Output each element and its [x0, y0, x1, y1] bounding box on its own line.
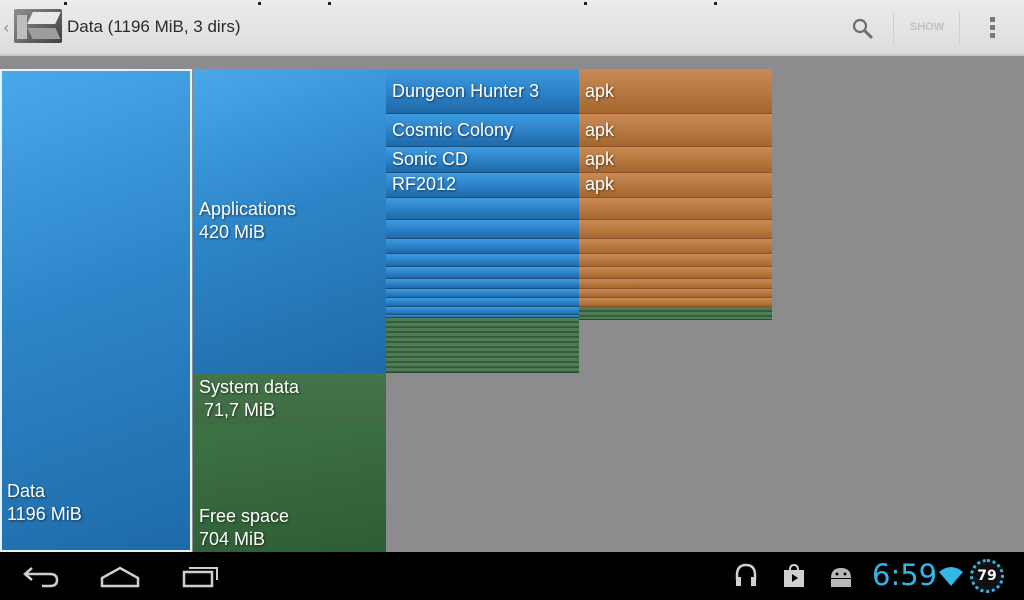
divider: [893, 12, 894, 44]
app-data-block[interactable]: [386, 318, 579, 373]
app-block[interactable]: [386, 298, 579, 307]
app-block[interactable]: [386, 307, 579, 315]
free-space-block[interactable]: Free space 704 MiB: [193, 425, 386, 552]
free-space-label: Free space 704 MiB: [199, 506, 290, 549]
apk-block[interactable]: [579, 289, 772, 298]
app-block[interactable]: [386, 198, 579, 220]
status-dot: [328, 2, 331, 5]
app-name-label: RF2012: [392, 174, 457, 194]
clock: 6:59: [872, 558, 938, 592]
play-store-icon[interactable]: [782, 562, 806, 590]
status-dot: [258, 2, 261, 5]
app-block-sonic-cd[interactable]: Sonic CD: [386, 147, 579, 173]
apk-block-sonic-cd[interactable]: apk: [579, 147, 772, 173]
data-root-block[interactable]: Data 1196 MiB: [0, 69, 192, 552]
apk-block[interactable]: [579, 254, 772, 267]
search-icon[interactable]: [850, 16, 874, 40]
system-data-block[interactable]: System data 71,7 MiB: [193, 373, 386, 425]
apk-block[interactable]: [579, 279, 772, 289]
applications-block[interactable]: Applications 420 MiB: [193, 69, 386, 373]
app-block[interactable]: [386, 254, 579, 267]
apk-block[interactable]: [579, 239, 772, 254]
app-block-dungeon-hunter[interactable]: Dungeon Hunter 3: [386, 69, 579, 114]
action-bar: ‹ Data (1196 MiB, 3 dirs) SHOW: [0, 0, 1024, 56]
status-dot: [714, 2, 717, 5]
apk-block-cosmic-colony[interactable]: apk: [579, 114, 772, 147]
apk-block[interactable]: [579, 298, 772, 307]
system-data-label: System data 71,7 MiB: [199, 377, 300, 420]
data-root-label: Data 1196 MiB: [7, 481, 82, 524]
overflow-menu-icon[interactable]: [984, 16, 1000, 42]
android-icon[interactable]: [828, 562, 854, 590]
system-bar: 6:59 79: [0, 552, 1024, 600]
wifi-icon: [939, 567, 963, 586]
recent-apps-icon[interactable]: [182, 562, 220, 590]
app-icon[interactable]: [14, 9, 62, 43]
apk-block-rf2012[interactable]: apk: [579, 173, 772, 198]
applications-label: Applications 420 MiB: [199, 199, 297, 242]
apk-block[interactable]: [579, 220, 772, 239]
headphones-icon[interactable]: [734, 562, 758, 590]
up-chevron-icon[interactable]: ‹: [3, 18, 9, 37]
app-name-label: Dungeon Hunter 3: [392, 81, 540, 101]
apk-data-block[interactable]: [579, 307, 772, 320]
status-dot: [584, 2, 587, 5]
disk-usage-map[interactable]: Data 1196 MiB Applications 420 MiB Syste…: [0, 56, 1024, 552]
divider: [959, 12, 960, 44]
app-block[interactable]: [386, 239, 579, 254]
home-icon[interactable]: [100, 562, 140, 590]
app-block[interactable]: [386, 220, 579, 239]
app-block-rf2012[interactable]: RF2012: [386, 173, 579, 198]
apk-label: apk: [585, 149, 615, 169]
apk-label: apk: [585, 81, 615, 101]
apk-block-dungeon-hunter[interactable]: apk: [579, 69, 772, 114]
battery-icon: 79: [970, 559, 1004, 593]
apk-label: apk: [585, 120, 615, 140]
app-block[interactable]: [386, 279, 579, 289]
app-name-label: Sonic CD: [392, 149, 469, 169]
show-button[interactable]: SHOW: [900, 21, 954, 33]
status-dot: [64, 2, 67, 5]
app-block-cosmic-colony[interactable]: Cosmic Colony: [386, 114, 579, 147]
app-block[interactable]: [386, 289, 579, 298]
apk-block[interactable]: [579, 198, 772, 220]
app-block[interactable]: [386, 267, 579, 279]
app-name-label: Cosmic Colony: [392, 120, 514, 140]
back-icon[interactable]: [22, 562, 60, 590]
apk-label: apk: [585, 174, 615, 194]
page-title: Data (1196 MiB, 3 dirs): [67, 17, 241, 36]
apk-block[interactable]: [579, 267, 772, 279]
